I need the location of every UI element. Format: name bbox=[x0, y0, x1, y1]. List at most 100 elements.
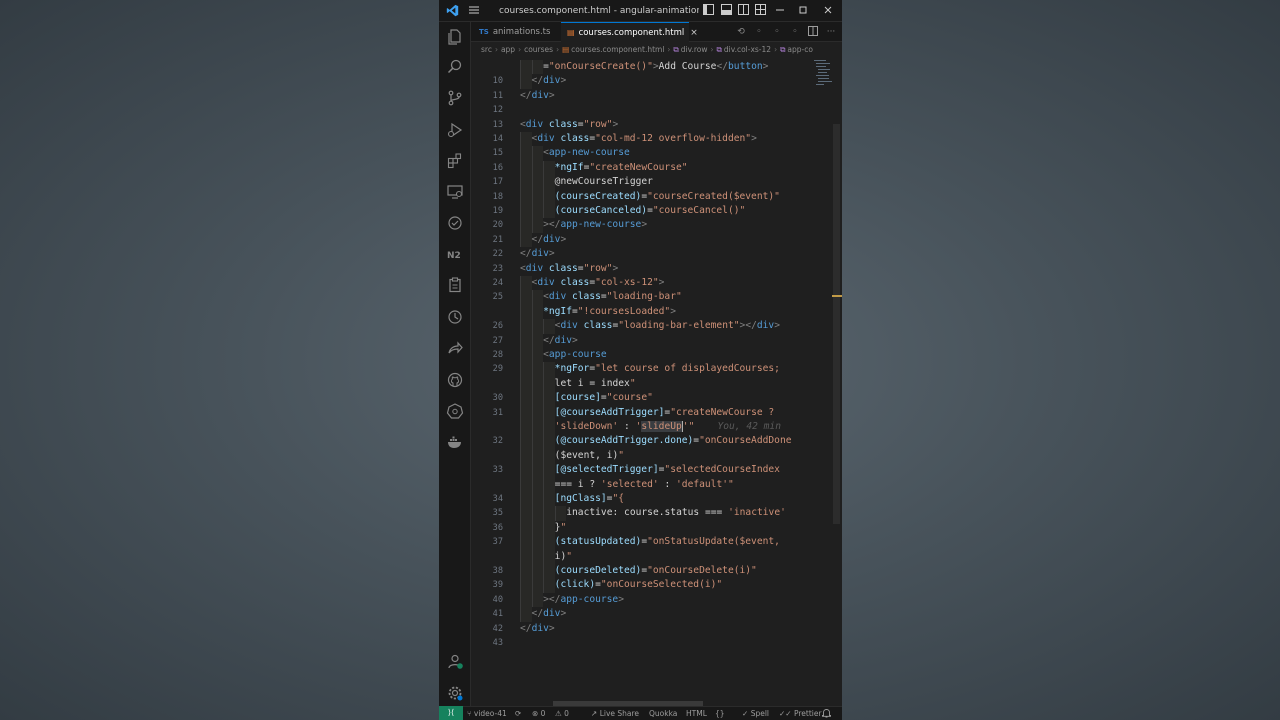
code-editor[interactable]: ="onCourseCreate()">Add Course</button> 1… bbox=[471, 58, 842, 706]
problems-warnings[interactable]: ⚠ 0 bbox=[555, 707, 569, 720]
code-line[interactable]: 23 <div class="row"> bbox=[471, 262, 842, 276]
code-line[interactable]: 39 (click)="onCourseSelected(i)" bbox=[471, 578, 842, 593]
code-line[interactable]: 38 (courseDeleted)="onCourseDelete(i)" bbox=[471, 564, 842, 579]
toggle-secondary-sidebar-icon[interactable] bbox=[736, 4, 750, 18]
testing-icon[interactable] bbox=[446, 214, 464, 232]
code-line[interactable]: *ngIf="!coursesLoaded"> bbox=[471, 304, 842, 320]
quokka-status[interactable]: Quokka bbox=[649, 707, 677, 720]
tab-close-icon[interactable]: × bbox=[690, 28, 698, 38]
code-line[interactable]: 26 <div class="loading-bar-element"></div… bbox=[471, 319, 842, 334]
code-line[interactable]: 36}" bbox=[471, 520, 842, 536]
code-line[interactable]: 35 inactive: course.status === 'inactive' bbox=[471, 506, 842, 521]
split-editor-icon[interactable] bbox=[807, 26, 819, 38]
code-line[interactable]: 28 <app-course bbox=[471, 348, 842, 363]
menu-icon[interactable] bbox=[467, 4, 481, 18]
prettier-status[interactable]: ✓✓ Prettier bbox=[779, 707, 822, 720]
close-icon[interactable] bbox=[821, 4, 835, 18]
extensions-icon[interactable] bbox=[446, 152, 464, 170]
code-line[interactable]: 33 [@selectedTrigger]="selectedCourseInde… bbox=[471, 463, 842, 478]
vertical-scrollbar[interactable] bbox=[833, 124, 840, 524]
code-line[interactable]: 34 [ngClass]="{ bbox=[471, 492, 842, 507]
code-line[interactable]: 17 @newCourseTrigger bbox=[471, 175, 842, 190]
code-line[interactable]: 27 </div> bbox=[471, 333, 842, 348]
breadcrumb-item[interactable]: app-co bbox=[787, 45, 813, 54]
code-line[interactable]: 29 *ngFor="let course of displayedCourses… bbox=[471, 362, 842, 377]
breadcrumb-item[interactable]: app bbox=[501, 45, 515, 54]
code-line[interactable]: 37 (statusUpdated)="onStatusUpdate($event… bbox=[471, 535, 842, 550]
code-line[interactable]: 21 </div> bbox=[471, 232, 842, 248]
code-line[interactable]: 41 </div> bbox=[471, 607, 842, 622]
clipboard-icon[interactable] bbox=[446, 276, 464, 294]
code-text: [ngClass]="{ bbox=[554, 493, 624, 504]
go-back-icon[interactable]: ⟲ bbox=[735, 26, 747, 38]
github-icon[interactable] bbox=[446, 371, 464, 389]
code-line[interactable]: 40 ></app-course> bbox=[471, 592, 842, 608]
minimize-icon[interactable] bbox=[773, 4, 787, 18]
notifications-bell-icon[interactable] bbox=[822, 707, 831, 720]
toggle-panel-icon[interactable] bbox=[719, 4, 733, 18]
code-line[interactable]: 11 </div> bbox=[471, 89, 842, 103]
breadcrumb-item[interactable]: div.col-xs-12 bbox=[724, 45, 771, 54]
breadcrumb-item[interactable]: courses bbox=[524, 45, 553, 54]
code-line[interactable]: 20 ></app-new-course> bbox=[471, 218, 842, 233]
remote-indicator[interactable]: ⟩⟨ bbox=[439, 706, 463, 720]
breadcrumb-item[interactable]: src bbox=[481, 45, 492, 54]
code-line[interactable]: 16 *ngIf="createNewCourse" bbox=[471, 160, 842, 176]
tab-animations-ts[interactable]: TS animations.ts bbox=[471, 22, 561, 42]
code-line[interactable]: 19 (courseCanceled)="courseCancel()" bbox=[471, 204, 842, 219]
timeline-icon[interactable] bbox=[446, 308, 464, 326]
tab-courses-component-html[interactable]: ▤ courses.component.html × bbox=[561, 22, 698, 42]
indent-guide-line bbox=[543, 189, 545, 204]
go-forward-icon[interactable]: ◦ bbox=[753, 26, 765, 38]
live-share-icon[interactable] bbox=[446, 339, 464, 357]
code-line[interactable]: ="onCourseCreate()">Add Course</button> bbox=[471, 60, 842, 75]
live-share-status[interactable]: ↗ Live Share bbox=[591, 707, 639, 720]
code-line[interactable]: 24 <div class="col-xs-12"> bbox=[471, 276, 842, 291]
language-mode[interactable]: HTML bbox=[686, 707, 707, 720]
breadcrumb-item[interactable]: div.row bbox=[681, 45, 708, 54]
code-line[interactable]: 42 </div> bbox=[471, 622, 842, 636]
code-line[interactable]: 15 <app-new-course bbox=[471, 146, 842, 161]
indent-guide bbox=[531, 376, 544, 392]
sync-icon[interactable]: ⟳ bbox=[515, 707, 521, 720]
more-actions-icon[interactable]: ··· bbox=[825, 26, 837, 38]
source-control-icon[interactable] bbox=[446, 89, 464, 107]
more-changes-icon[interactable]: ◦ bbox=[789, 26, 801, 38]
remote-explorer-icon[interactable] bbox=[446, 183, 464, 201]
code-line[interactable]: 32 (@courseAddTrigger.done)="onCourseAddD… bbox=[471, 434, 842, 449]
code-line[interactable]: let i = index" bbox=[471, 376, 842, 392]
run-debug-icon[interactable] bbox=[446, 121, 464, 139]
code-line[interactable]: 31 [@courseAddTrigger]="createNewCourse ? bbox=[471, 405, 842, 420]
code-line[interactable]: 22 </div> bbox=[471, 247, 842, 261]
kubernetes-icon[interactable] bbox=[446, 402, 464, 420]
code-line[interactable]: 30 [course]="course" bbox=[471, 391, 842, 406]
code-line[interactable]: 'slideDown' : 'slideUp'" You, 42 min bbox=[471, 420, 842, 435]
accounts-icon[interactable] bbox=[446, 652, 464, 670]
explorer-icon[interactable] bbox=[446, 28, 464, 46]
code-line[interactable]: 14 <div class="col-md-12 overflow-hidden"… bbox=[471, 132, 842, 147]
code-line[interactable]: 18 (courseCreated)="courseCreated($event)… bbox=[471, 189, 842, 204]
git-branch[interactable]: ⑂ video-41 bbox=[467, 707, 507, 720]
line-number: 28 bbox=[492, 350, 503, 360]
problems-errors[interactable]: ⊗ 0 bbox=[532, 707, 545, 720]
toggle-sidebar-icon[interactable] bbox=[701, 4, 715, 18]
open-changes-icon[interactable]: ◦ bbox=[771, 26, 783, 38]
code-line[interactable]: === i ? 'selected' : 'default'" bbox=[471, 477, 842, 492]
manage-gear-icon[interactable] bbox=[446, 684, 464, 702]
code-line[interactable]: ($event, i)" bbox=[471, 448, 842, 464]
nx-console-icon[interactable]: N2 bbox=[446, 245, 464, 263]
code-line[interactable]: 13 <div class="row"> bbox=[471, 118, 842, 132]
code-line[interactable]: 10 </div> bbox=[471, 74, 842, 89]
search-icon[interactable] bbox=[446, 58, 464, 76]
code-line[interactable]: 43 bbox=[471, 636, 842, 650]
docker-icon[interactable] bbox=[446, 433, 464, 451]
code-line[interactable]: 25 <div class="loading-bar" bbox=[471, 290, 842, 305]
customize-layout-icon[interactable] bbox=[753, 4, 767, 18]
spell-check-status[interactable]: ✓ Spell bbox=[742, 707, 769, 720]
language-braces-icon[interactable]: {} bbox=[715, 707, 725, 720]
code-line[interactable]: i)" bbox=[471, 549, 842, 564]
code-line[interactable]: 12 bbox=[471, 103, 842, 117]
maximize-icon[interactable] bbox=[796, 4, 810, 18]
minimap[interactable] bbox=[814, 58, 832, 88]
breadcrumb-item[interactable]: courses.component.html bbox=[571, 45, 664, 54]
